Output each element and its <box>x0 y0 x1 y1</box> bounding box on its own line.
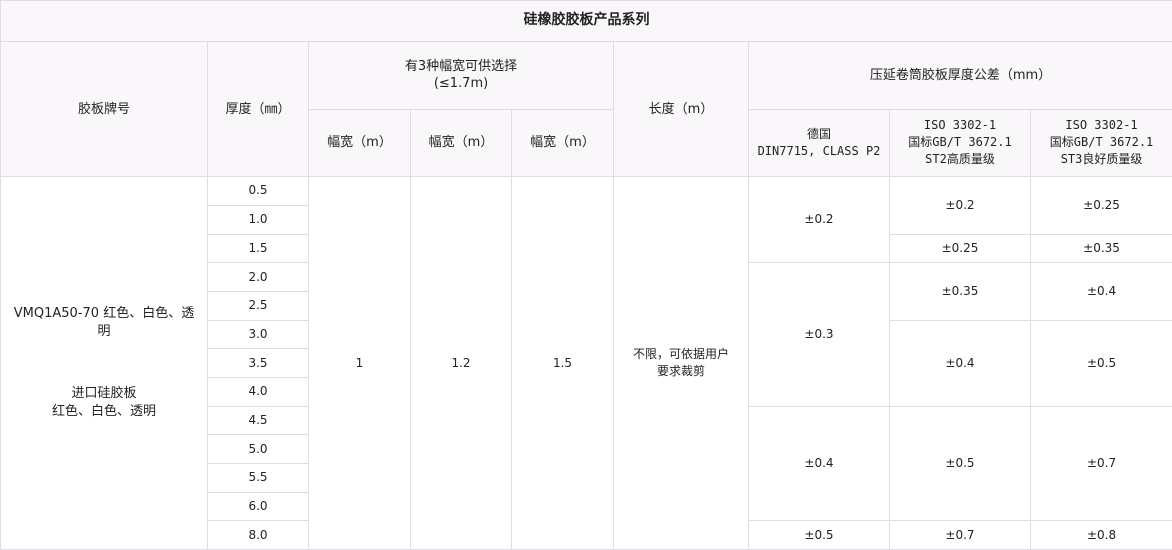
thickness-cell: 1.0 <box>207 204 309 235</box>
st2-tolerance: ±0.4 <box>889 319 1031 407</box>
brand-line4: 红色、白色、透明 <box>51 404 156 420</box>
header-brand: 胶板牌号 <box>0 40 208 178</box>
length-line2: 要求裁剪 <box>656 364 705 379</box>
st3-tolerance: ±0.35 <box>1029 233 1172 264</box>
header-width-3: 幅宽（m） <box>511 108 614 178</box>
st3-tolerance: ±0.5 <box>1029 319 1172 407</box>
brand-line1: VMQ1A50-70 红色、白色、透 <box>13 306 195 322</box>
din-tolerance: ±0.5 <box>748 520 890 550</box>
std-din-line1: 德国 <box>806 126 831 141</box>
st3-tolerance: ±0.8 <box>1029 520 1172 550</box>
thickness-cell: 1.5 <box>207 233 309 264</box>
thickness-cell: 4.0 <box>207 376 309 407</box>
thickness-cell: 0.5 <box>207 176 309 206</box>
widths-group-line1: 有3种幅宽可供选择 <box>404 59 518 75</box>
header-width-1: 幅宽（m） <box>308 108 411 178</box>
header-tolerance-group: 压延卷筒胶板厚度公差（mm） <box>747 40 1172 110</box>
width-value-2: 1.2 <box>410 176 512 550</box>
thickness-cell: 6.0 <box>207 491 309 522</box>
st3-tolerance: ±0.7 <box>1029 405 1172 522</box>
brand-cell: VMQ1A50-70 红色、白色、透 明 进口硅胶板 红色、白色、透明 <box>0 176 208 550</box>
width-value-1: 1 <box>308 176 411 550</box>
header-std-st2: ISO 3302-1 国标GB/T 3672.1 ST2高质量级 <box>889 108 1031 178</box>
std-din-line2: DIN7715, CLASS P2 <box>757 143 881 158</box>
thickness-cell: 3.0 <box>207 319 309 350</box>
widths-group-line2: (≤1.7m) <box>433 76 489 92</box>
header-thickness: 厚度（㎜） <box>207 40 309 178</box>
product-table: 硅橡胶胶板产品系列 胶板牌号 厚度（㎜） 有3种幅宽可供选择 (≤1.7m) 长… <box>0 0 1172 550</box>
st2-tolerance: ±0.25 <box>889 233 1031 264</box>
header-length: 长度（m） <box>613 40 749 178</box>
st2-tolerance: ±0.5 <box>889 405 1031 522</box>
st3-tolerance: ±0.25 <box>1029 176 1172 235</box>
thickness-cell: 2.0 <box>207 262 309 292</box>
thickness-cell: 3.5 <box>207 348 309 378</box>
thickness-cell: 2.5 <box>207 290 309 321</box>
st2-tolerance: ±0.35 <box>889 262 1031 321</box>
width-value-3: 1.5 <box>511 176 614 550</box>
thickness-cell: 4.5 <box>207 405 309 436</box>
std-st3-line3: ST3良好质量级 <box>1060 152 1143 167</box>
std-st2-line3: ST2高质量级 <box>925 152 995 167</box>
thickness-cell: 8.0 <box>207 520 309 550</box>
st2-tolerance: ±0.7 <box>889 520 1031 550</box>
header-width-2: 幅宽（m） <box>410 108 512 178</box>
din-tolerance: ±0.2 <box>748 176 890 264</box>
std-st2-line1: ISO 3302-1 <box>923 118 997 133</box>
header-std-st3: ISO 3302-1 国标GB/T 3672.1 ST3良好质量级 <box>1029 108 1172 178</box>
din-tolerance: ±0.3 <box>748 262 890 407</box>
brand-line3: 进口硅胶板 <box>71 386 137 402</box>
table-title: 硅橡胶胶板产品系列 <box>0 0 1172 42</box>
st2-tolerance: ±0.2 <box>889 176 1031 235</box>
std-st2-line2: 国标GB/T 3672.1 <box>908 135 1012 150</box>
length-value: 不限，可依据用户 要求裁剪 <box>613 176 749 550</box>
thickness-cell: 5.0 <box>207 434 309 464</box>
std-st3-line1: ISO 3302-1 <box>1065 118 1138 133</box>
length-line1: 不限，可依据用户 <box>632 347 729 362</box>
thickness-cell: 5.5 <box>207 462 309 493</box>
std-st3-line2: 国标GB/T 3672.1 <box>1049 135 1154 150</box>
st3-tolerance: ±0.4 <box>1029 262 1172 321</box>
din-tolerance: ±0.4 <box>748 405 890 522</box>
brand-line2: 明 <box>97 324 111 340</box>
header-widths-group: 有3种幅宽可供选择 (≤1.7m) <box>308 40 614 110</box>
header-std-din: 德国 DIN7715, CLASS P2 <box>748 108 890 178</box>
